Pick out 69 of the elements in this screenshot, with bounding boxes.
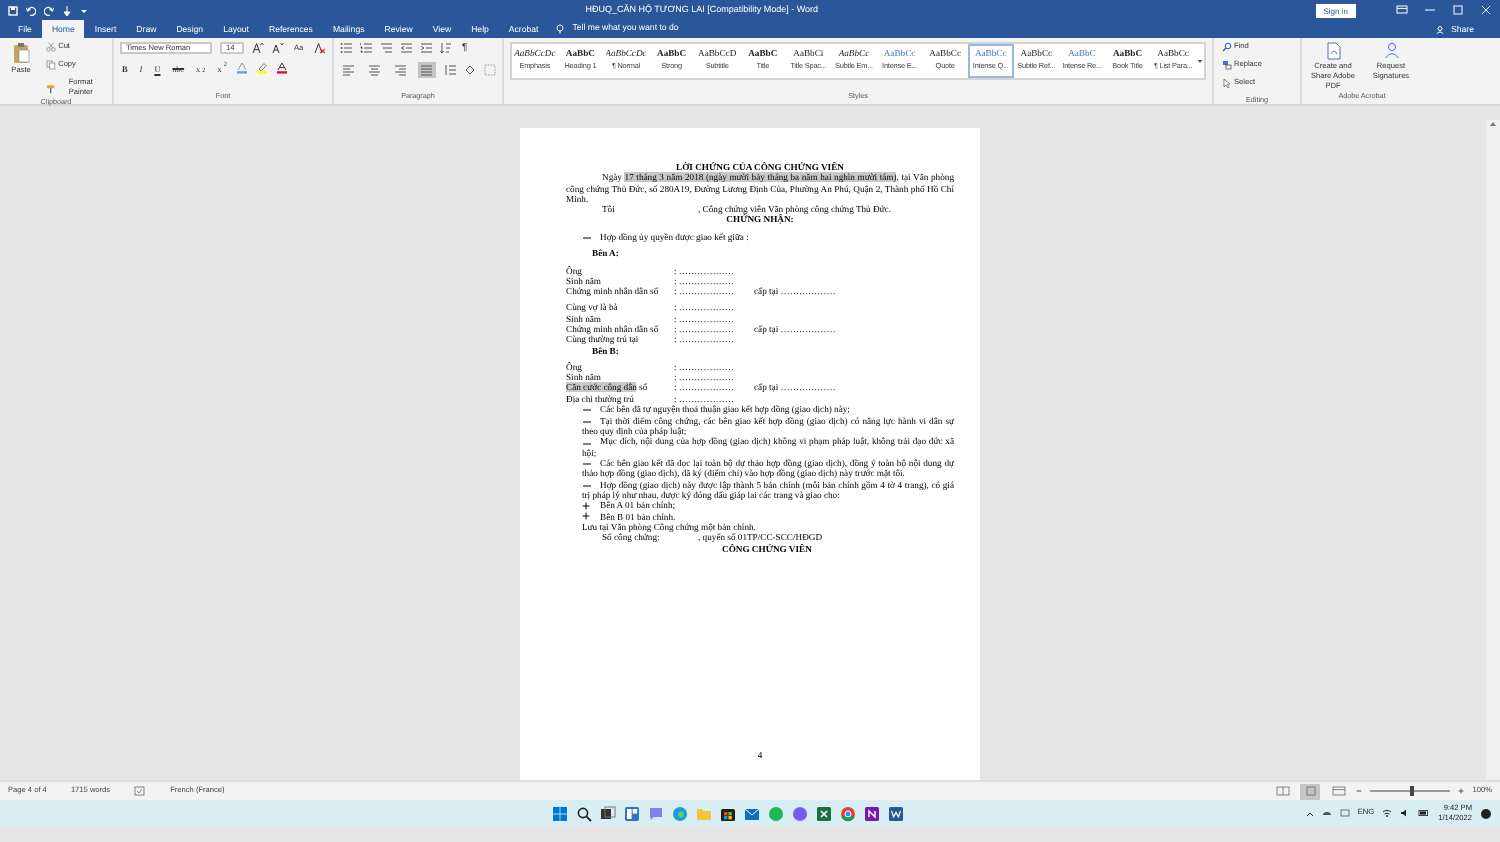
align-justify-icon bbox=[420, 63, 434, 77]
cloud-icon[interactable] bbox=[1321, 808, 1332, 818]
maximize-icon[interactable] bbox=[1451, 4, 1464, 16]
person-icon bbox=[1435, 25, 1444, 33]
undo-icon[interactable] bbox=[26, 5, 36, 15]
minimize-icon[interactable] bbox=[1423, 4, 1436, 16]
mail-icon[interactable] bbox=[744, 805, 760, 821]
word-processor-icon[interactable] bbox=[888, 805, 904, 821]
copy-icon bbox=[46, 60, 57, 70]
shading-icon[interactable] bbox=[464, 64, 476, 76]
increase-indent-icon[interactable] bbox=[420, 42, 432, 54]
notes-app-icon[interactable] bbox=[864, 805, 880, 821]
clear-formatting-icon[interactable] bbox=[313, 42, 326, 54]
paintbrush-icon bbox=[46, 83, 56, 93]
align-left-button[interactable] bbox=[340, 62, 358, 78]
proofing-icon[interactable] bbox=[134, 786, 147, 796]
zoom-in-icon[interactable] bbox=[1458, 786, 1465, 796]
display-icon[interactable] bbox=[1339, 808, 1350, 818]
dash-bullet-icon bbox=[582, 462, 592, 467]
line-spacing-icon[interactable] bbox=[444, 64, 456, 76]
decrease-indent-icon[interactable] bbox=[400, 42, 412, 54]
font-color-icon[interactable] bbox=[276, 62, 289, 74]
widgets-icon[interactable] bbox=[624, 805, 640, 821]
cursor-icon bbox=[1222, 78, 1232, 88]
dash-bullet-icon bbox=[582, 441, 592, 446]
lightbulb-icon bbox=[556, 24, 565, 34]
dash-bullet-icon bbox=[582, 419, 592, 424]
search-icon[interactable] bbox=[576, 805, 592, 821]
align-center-button[interactable] bbox=[366, 62, 384, 78]
align-center-icon bbox=[368, 63, 382, 77]
person-icon bbox=[1383, 42, 1399, 60]
close-icon[interactable] bbox=[1479, 4, 1492, 16]
text-effects-icon[interactable] bbox=[236, 62, 249, 74]
dash-bullet-icon bbox=[582, 236, 592, 241]
print-view-button[interactable] bbox=[1300, 783, 1321, 799]
bullet-list-icon[interactable] bbox=[340, 42, 352, 54]
spreadsheet-app-icon[interactable] bbox=[816, 805, 832, 821]
print-view-icon bbox=[1303, 786, 1318, 796]
sort-icon[interactable] bbox=[440, 42, 452, 54]
read-view-button[interactable] bbox=[1272, 783, 1293, 799]
scroll-up-icon[interactable] bbox=[1488, 120, 1498, 128]
web-view-icon bbox=[1331, 786, 1346, 796]
grow-font-icon[interactable] bbox=[252, 42, 264, 54]
search-icon bbox=[1222, 42, 1232, 52]
start-icon[interactable] bbox=[552, 805, 568, 821]
redo-icon[interactable] bbox=[44, 5, 54, 15]
speaker-icon[interactable] bbox=[1400, 808, 1411, 818]
browser-icon[interactable] bbox=[672, 805, 688, 821]
read-view-icon bbox=[1275, 786, 1290, 796]
replace-icon bbox=[1222, 60, 1232, 70]
scissors-icon bbox=[46, 42, 57, 52]
highlighter-icon[interactable] bbox=[256, 62, 269, 74]
save-icon[interactable] bbox=[8, 5, 18, 15]
chat-icon[interactable] bbox=[648, 805, 664, 821]
ribbon-display-icon[interactable] bbox=[1395, 4, 1408, 16]
wifi-icon[interactable] bbox=[1382, 808, 1393, 818]
dash-bullet-icon bbox=[582, 484, 592, 489]
shrink-font-icon[interactable] bbox=[272, 42, 284, 54]
align-right-button[interactable] bbox=[392, 62, 410, 78]
task-view-icon[interactable] bbox=[600, 805, 616, 821]
numbered-list-icon[interactable] bbox=[360, 42, 372, 54]
web-view-button[interactable] bbox=[1328, 783, 1349, 799]
store-icon[interactable] bbox=[720, 805, 736, 821]
browser-icon[interactable] bbox=[840, 805, 856, 821]
align-left-icon bbox=[342, 63, 356, 77]
multilevel-list-icon[interactable] bbox=[380, 42, 392, 54]
dash-bullet-icon bbox=[582, 408, 592, 413]
align-right-icon bbox=[394, 63, 408, 77]
battery-icon[interactable] bbox=[1418, 808, 1431, 818]
